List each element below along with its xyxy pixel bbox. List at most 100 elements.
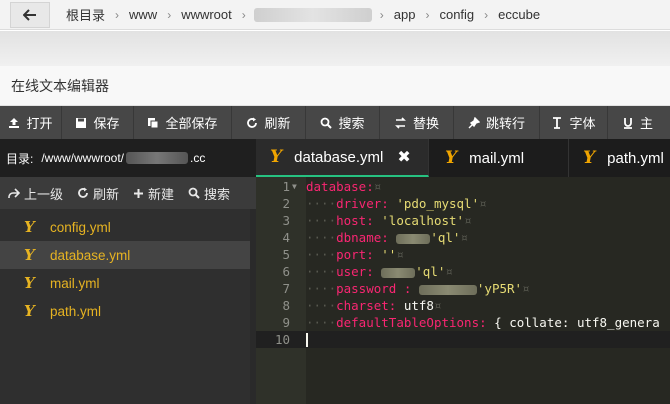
file-item-database[interactable]: Y database.yml — [0, 241, 250, 269]
replace-button[interactable]: 替换 — [380, 106, 454, 139]
code-line: 9 ····defaultTableOptions: { collate: ut… — [256, 314, 670, 331]
chevron-right-icon: › — [425, 7, 430, 22]
yaml-icon: Y — [24, 274, 35, 292]
chevron-right-icon: › — [115, 7, 120, 22]
save-button[interactable]: 保存 — [62, 106, 134, 139]
yaml-key: host: — [336, 213, 374, 228]
breadcrumb-bar: 根目录 › www › wwwroot › › app › config › eccube — [0, 0, 670, 30]
copy-icon — [148, 117, 159, 128]
file-item-path[interactable]: Y path.yml — [0, 297, 256, 325]
sidebar-refresh-label: 刷新 — [93, 186, 120, 202]
tab-label: path.yml — [607, 149, 664, 167]
file-item-config[interactable]: Y config.yml — [0, 213, 256, 241]
sidebar-search-button[interactable]: 搜索 — [188, 184, 230, 203]
editor-tabs: Y database.yml ✖ Y mail.yml Y path.yml — [256, 139, 670, 177]
file-name: path.yml — [50, 303, 102, 319]
overlay-shade — [0, 31, 670, 66]
code-text — [302, 332, 308, 348]
line-number: 1 — [282, 179, 290, 194]
line-number: 9 — [282, 315, 290, 330]
yaml-key: password : — [336, 281, 412, 296]
file-name: database.yml — [50, 247, 131, 263]
sidebar-search-label: 搜索 — [204, 186, 231, 202]
yaml-icon: Y — [445, 148, 458, 168]
chevron-right-icon: › — [484, 7, 489, 22]
yaml-value: 'localhost' — [381, 213, 465, 228]
yaml-value: '' — [381, 247, 397, 262]
code-line: 8 ····charset: utf8¤ — [256, 297, 670, 314]
yaml-value: { collate: utf8_genera — [494, 315, 660, 330]
dialog-title: 在线文本编辑器 — [0, 66, 670, 106]
search-button[interactable]: 搜索 — [306, 106, 380, 139]
code-line: 5 ····port: ''¤ — [256, 246, 670, 263]
new-file-button[interactable]: 新建 — [133, 184, 174, 203]
yaml-icon: Y — [583, 148, 596, 168]
goto-line-label: 跳转行 — [485, 116, 525, 131]
yaml-value: 'yP5R' — [476, 281, 523, 296]
breadcrumb-wwwroot[interactable]: wwwroot — [175, 7, 238, 22]
yaml-value: utf8 — [403, 298, 434, 313]
breadcrumb-config[interactable]: config — [433, 7, 480, 22]
code-line: 7 ····password : 'yP5R'¤ — [256, 280, 670, 297]
directory-path-prefix: /www/wwwroot/ — [41, 151, 125, 165]
code-text: ····port: ''¤ — [306, 247, 404, 262]
code-text: ····user: 'ql'¤ — [306, 264, 453, 279]
chevron-right-icon: › — [241, 7, 246, 22]
directory-label: 目录: — [6, 151, 34, 166]
search-label: 搜索 — [338, 116, 365, 131]
breadcrumb-app[interactable]: app — [388, 7, 422, 22]
yaml-key: user: — [336, 264, 374, 279]
code-text: ····password : 'yP5R'¤ — [306, 281, 530, 296]
breadcrumb-site-redacted[interactable] — [253, 7, 372, 22]
editor-toolbar: 打开 保存 全部保存 刷新 搜索 替换 跳转行 字体 主 — [0, 106, 670, 139]
tab-mail[interactable]: Y mail.yml — [429, 139, 569, 177]
code-text: ····host: 'localhost'¤ — [306, 213, 472, 228]
underline-icon — [624, 117, 632, 129]
refresh-button[interactable]: 刷新 — [232, 106, 306, 139]
back-button[interactable] — [10, 1, 50, 28]
goto-line-button[interactable]: 跳转行 — [454, 106, 540, 139]
save-icon — [76, 117, 87, 128]
breadcrumb-eccube[interactable]: eccube — [492, 7, 546, 22]
theme-button[interactable]: 主 — [608, 106, 670, 139]
directory-path: 目录: /www/wwwroot/ .cc — [0, 139, 256, 177]
search-icon — [188, 187, 200, 199]
code-text: database:¤ — [306, 179, 382, 194]
fold-arrow-icon[interactable]: ▼ — [292, 182, 302, 191]
save-all-button[interactable]: 全部保存 — [134, 106, 232, 139]
replace-icon — [395, 116, 406, 129]
breadcrumb-www[interactable]: www — [123, 7, 163, 22]
open-label: 打开 — [26, 116, 53, 131]
sidebar-refresh-button[interactable]: 刷新 — [77, 184, 119, 203]
parent-dir-button[interactable]: 上一级 — [8, 184, 63, 203]
yaml-key: driver: — [336, 196, 389, 211]
file-name: config.yml — [50, 219, 111, 235]
code-text: ····driver: 'pdo_mysql'¤ — [306, 196, 487, 211]
yaml-value: 'pdo_mysql' — [396, 196, 480, 211]
plus-icon — [134, 188, 144, 198]
code-editor[interactable]: 1 ▼ database:¤ 2 ····driver: 'pdo_mysql'¤… — [256, 177, 670, 404]
tab-path[interactable]: Y path.yml — [569, 139, 670, 177]
font-label: 字体 — [569, 116, 596, 131]
code-line: 1 ▼ database:¤ — [256, 178, 670, 195]
open-button[interactable]: 打开 — [0, 106, 62, 139]
code-line: 4 ····dbname: 'ql'¤ — [256, 229, 670, 246]
font-button[interactable]: 字体 — [540, 106, 608, 139]
yaml-icon: Y — [24, 246, 35, 264]
parent-dir-label: 上一级 — [24, 186, 64, 202]
file-item-mail[interactable]: Y mail.yml — [0, 269, 256, 297]
yaml-value: 'ql' — [415, 264, 446, 279]
yaml-key: defaultTableOptions: — [336, 315, 487, 330]
refresh-label: 刷新 — [264, 116, 291, 131]
code-line-current: 10 — [256, 331, 670, 348]
line-number: 7 — [282, 281, 290, 296]
refresh-icon — [78, 187, 88, 198]
tab-database[interactable]: Y database.yml ✖ — [256, 139, 429, 177]
replace-label: 替换 — [412, 116, 439, 131]
breadcrumb-root[interactable]: 根目录 — [60, 5, 111, 24]
yaml-value: 'ql' — [430, 230, 461, 245]
close-icon[interactable]: ✖ — [397, 147, 410, 167]
yaml-key: charset: — [336, 298, 397, 313]
pin-icon — [468, 116, 480, 128]
redacted-value — [418, 284, 477, 295]
